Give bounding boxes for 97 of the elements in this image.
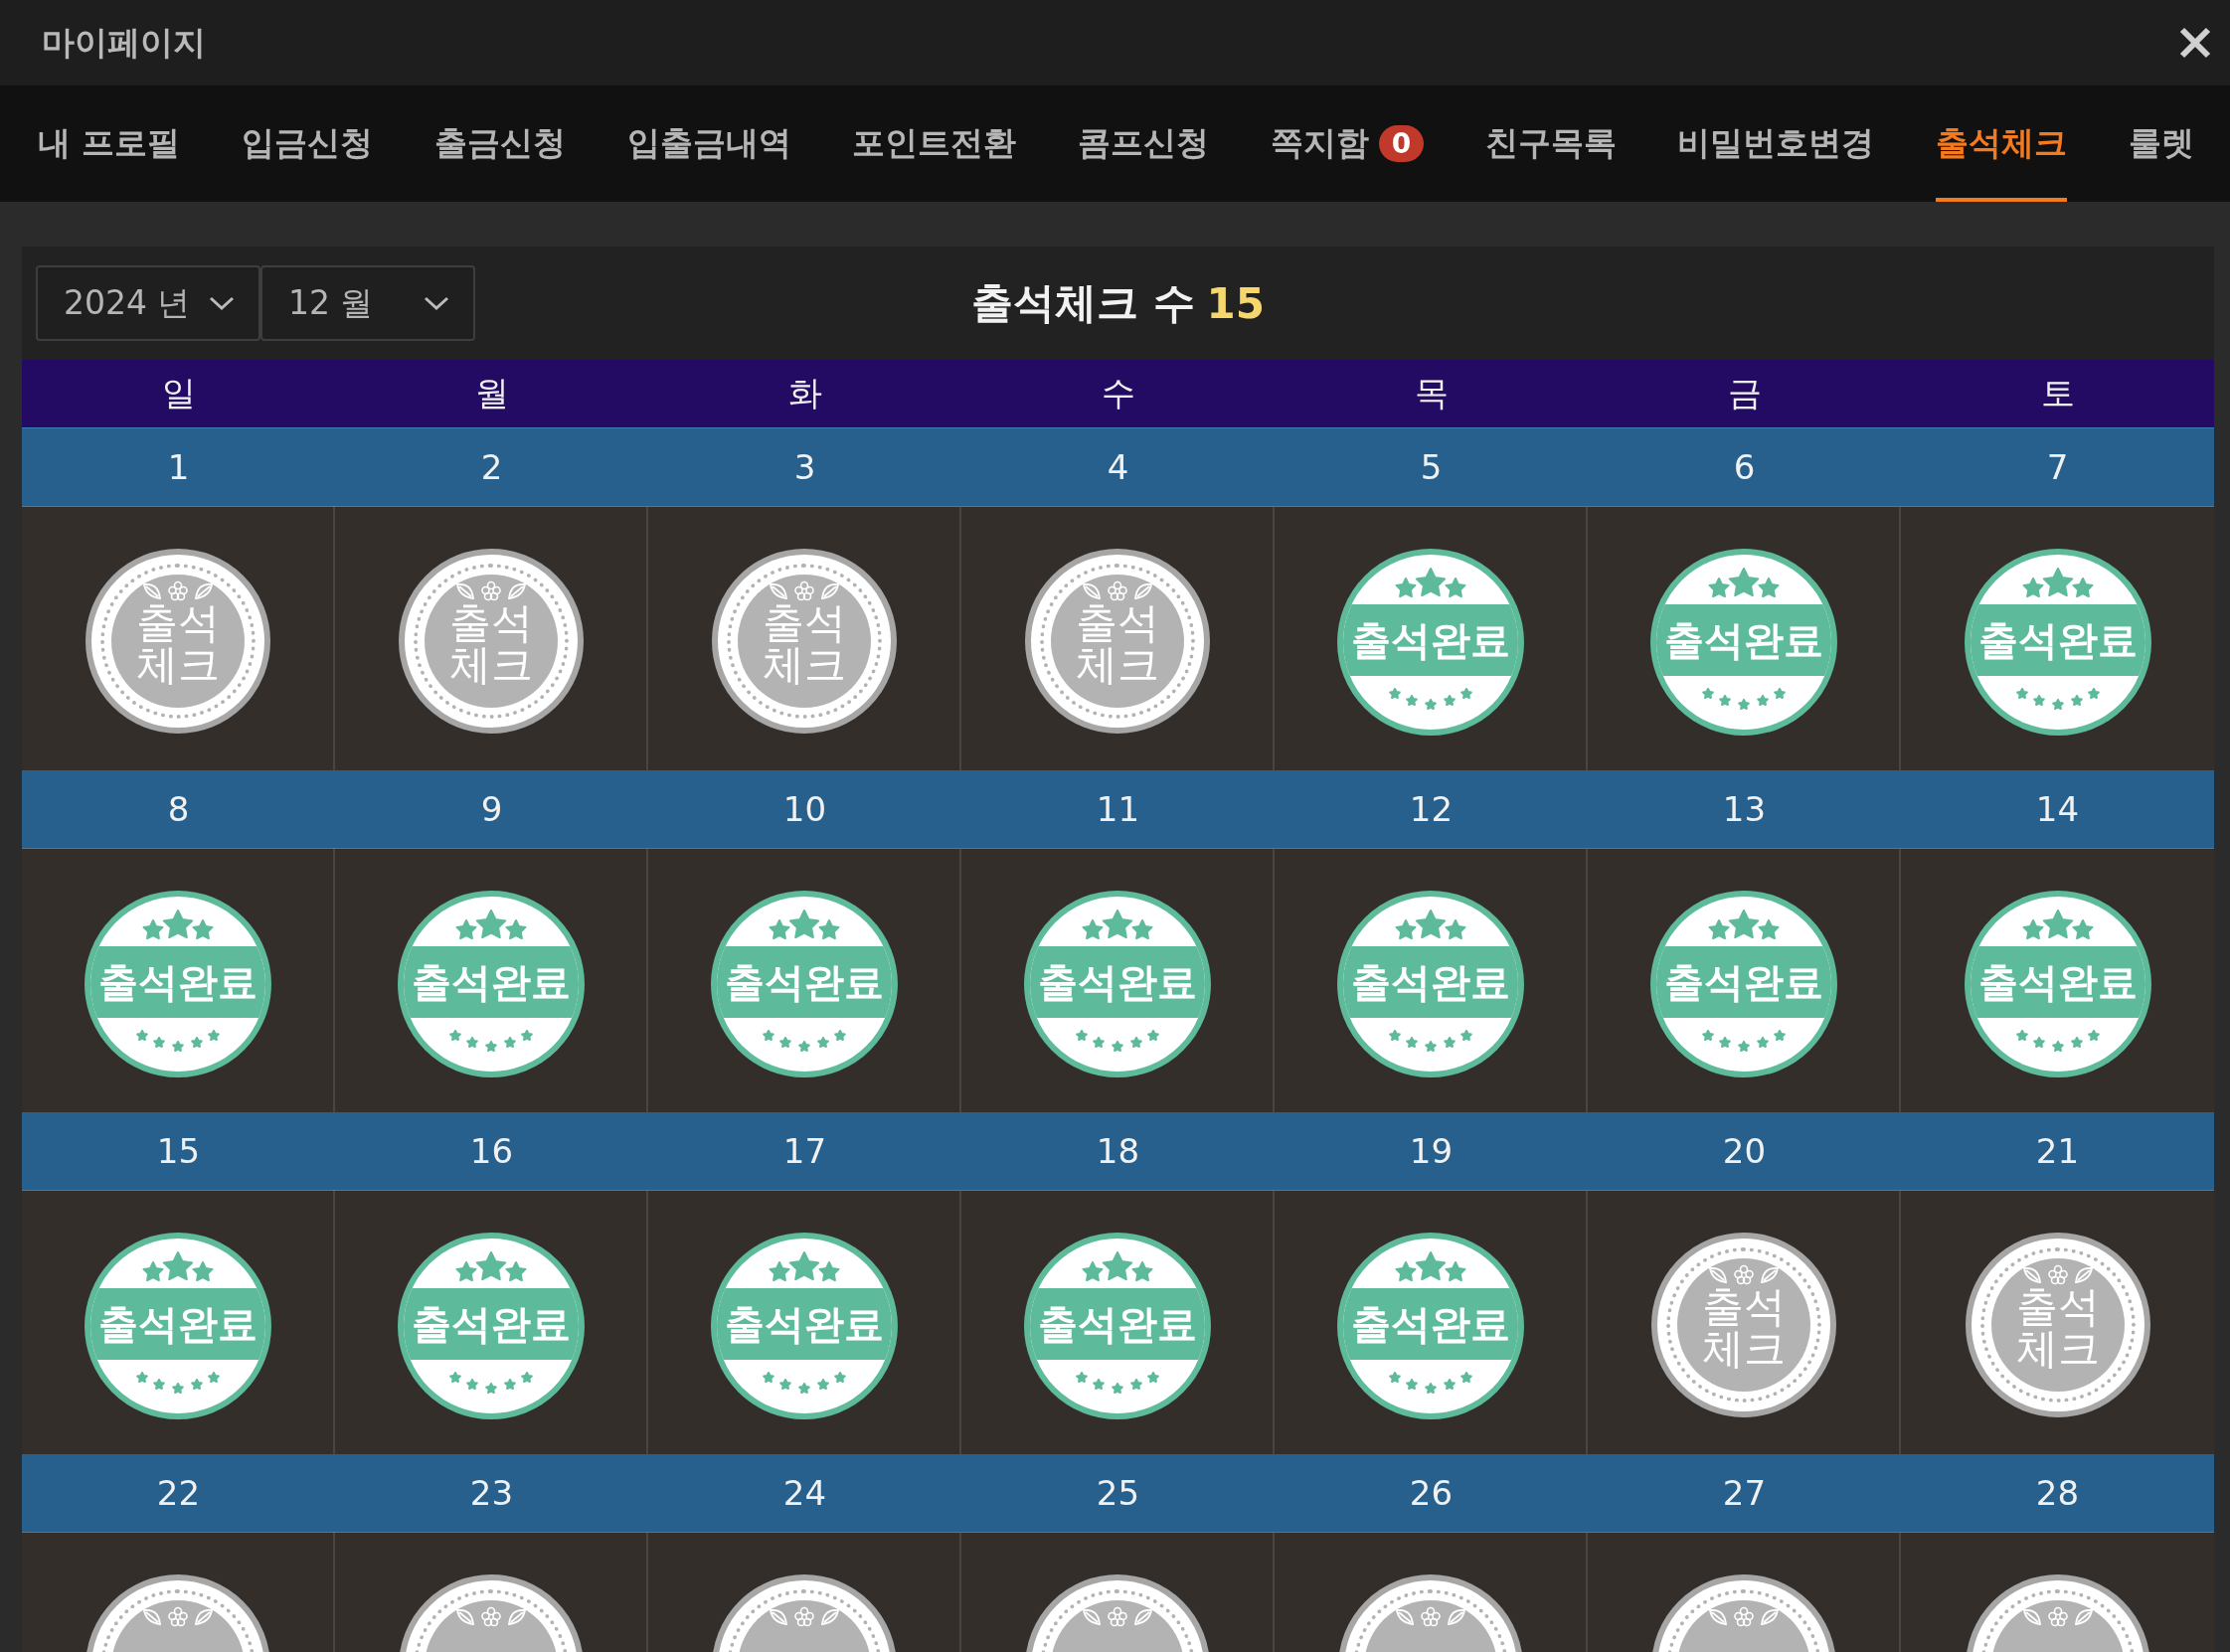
date-label: 6 [1732,446,1757,489]
small-stars-icon [1388,1030,1472,1052]
stamp-label: 출석완료 [1037,1299,1197,1349]
small-stars-icon [762,1030,846,1052]
stamp-label: 출석완료 [1663,957,1823,1007]
weekday-label: 목 [1413,372,1450,414]
month-select[interactable]: 12 월 [260,265,475,341]
date-label: 22 [155,1472,202,1515]
date-label: 26 [1408,1472,1455,1515]
date-label: 13 [1721,788,1768,831]
tab[interactable]: 출금신청 [433,85,566,202]
chevron-down-icon [209,295,235,311]
stamp-label: 출석완료 [1350,615,1510,665]
stamp-label: 출석 [1075,602,1159,644]
stamp-label: 체크 [448,644,533,686]
weekday-label: 월 [473,372,510,414]
stamp-label: 출석완료 [1977,615,2138,665]
stamp-label: 출석완료 [1037,957,1197,1007]
stamp-label: 출석완료 [97,1299,257,1349]
count-badge: 0 [1378,125,1425,162]
small-stars-icon [448,1372,533,1394]
tab[interactable]: 입금신청 [242,85,374,202]
date-label: 24 [781,1472,828,1515]
stamp-label: 출석 [448,602,533,644]
small-stars-icon [1075,1030,1159,1052]
date-label: 15 [155,1130,202,1173]
date-label: 11 [1095,788,1141,831]
tab[interactable]: 포인트전환 [852,85,1017,202]
year-select[interactable]: 2024 년 [36,265,260,341]
small-stars-icon [1075,1372,1159,1394]
attendance-count: 15 [1206,278,1266,328]
stamp-label: 체크 [1075,644,1159,686]
date-label: 27 [1721,1472,1768,1515]
tab[interactable]: 내 프로필 [38,85,181,202]
date-label: 1 [166,446,191,489]
date-label: 28 [2034,1472,2081,1515]
weekday-label: 수 [1100,372,1136,414]
date-label: 2 [479,446,504,489]
stamp-label: 출석완료 [1977,957,2138,1007]
date-label: 20 [1721,1130,1768,1173]
date-label: 19 [1408,1130,1455,1173]
weekday-label: 토 [2039,372,2076,414]
date-label: 17 [781,1130,828,1173]
date-label: 21 [2034,1130,2081,1173]
tab[interactable]: 비밀번호변경 [1677,85,1875,202]
tab[interactable]: 출석체크 [1936,85,2068,202]
weekday-label: 화 [786,372,823,414]
small-stars-icon [2015,688,2100,710]
date-label: 16 [468,1130,515,1173]
small-stars-icon [448,1030,533,1052]
date-label: 23 [468,1472,515,1515]
date-label: 18 [1095,1130,1141,1173]
stamp-label: 출석 [135,602,220,644]
date-label: 8 [166,788,191,831]
chevron-down-icon [424,295,449,311]
stamp-label: 출석완료 [1663,615,1823,665]
tab[interactable]: 콤프신청 [1077,85,1209,202]
stamp-label: 출석완료 [97,957,257,1007]
tab[interactable]: 친구목록 [1484,85,1617,202]
date-label: 12 [1408,788,1455,831]
small-stars-icon [135,1372,220,1394]
stamp-label: 출석완료 [1350,957,1510,1007]
small-stars-icon [1701,688,1786,710]
tab[interactable]: 입출금내역 [626,85,791,202]
attendance-count-label: 출석체크 수 [970,277,1195,329]
stamp-label: 출석완료 [411,1299,571,1349]
date-label: 25 [1095,1472,1141,1515]
stamp-label: 출석완료 [1350,1299,1510,1349]
date-label: 7 [2045,446,2070,489]
window-title: 마이페이지 [42,21,206,64]
stamp-label: 출석 [762,602,846,644]
stamp-label: 출석완료 [724,957,884,1007]
close-icon [2178,26,2212,60]
stamp-label: 출석완료 [724,1299,884,1349]
date-label: 3 [792,446,817,489]
stamp-label: 체크 [135,644,220,686]
small-stars-icon [1388,1372,1472,1394]
date-label: 4 [1106,446,1130,489]
date-label: 10 [781,788,828,831]
stamp-label: 출석 [1701,1286,1786,1328]
tab[interactable]: 룰렛 [2128,85,2194,202]
stamp-label: 출석 [2015,1286,2100,1328]
date-label: 9 [479,788,504,831]
stamp-label: 체크 [2015,1328,2100,1370]
weekday-label: 일 [160,372,197,414]
small-stars-icon [1388,688,1472,710]
stamp-label: 체크 [1701,1328,1786,1370]
small-stars-icon [135,1030,220,1052]
date-label: 5 [1419,446,1444,489]
small-stars-icon [762,1372,846,1394]
stamp-label: 출석완료 [411,957,571,1007]
small-stars-icon [1701,1030,1786,1052]
stamp-label: 체크 [762,644,846,686]
date-label: 14 [2034,788,2081,831]
tab[interactable]: 쪽지함 0 [1270,85,1425,202]
small-stars-icon [2015,1030,2100,1052]
weekday-label: 금 [1726,372,1763,414]
